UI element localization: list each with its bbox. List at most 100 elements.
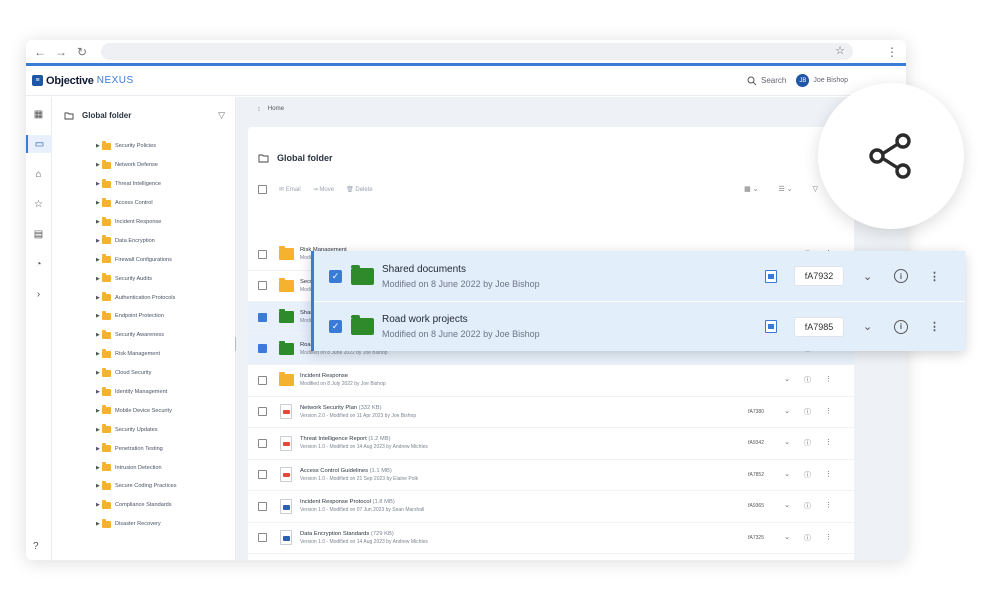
select-all-checkbox[interactable] bbox=[258, 184, 267, 194]
tree-item[interactable]: ▶ Risk Management bbox=[52, 345, 235, 364]
folder-nav-icon[interactable]: ▭ bbox=[26, 135, 52, 153]
selected-row[interactable]: ✓ Road work projects Modified on 8 June 20… bbox=[314, 301, 965, 351]
tree-item[interactable]: ▶ Data Encryption bbox=[52, 231, 235, 250]
table-row[interactable]: Threat Intelligence Report (1.2 MB) Versi… bbox=[248, 428, 854, 460]
clipboard-icon[interactable]: ▤ bbox=[26, 225, 52, 243]
selected-row[interactable]: ✓ Shared documents Modified on 8 June 2022… bbox=[314, 251, 965, 301]
info-icon[interactable]: ⓘ bbox=[804, 501, 811, 511]
dashboard-icon[interactable]: ▦ bbox=[26, 105, 52, 123]
tree-item[interactable]: ▶ Secure Coding Practices bbox=[52, 477, 235, 496]
tree-item[interactable]: ▶ Security Audits bbox=[52, 269, 235, 288]
tree-item[interactable]: ▶ Cloud Security bbox=[52, 364, 235, 383]
bookmark-star-icon[interactable]: ☆ bbox=[835, 44, 845, 57]
table-row[interactable]: Data Encryption Standards (729 KB) Versio… bbox=[248, 523, 854, 554]
row-checkbox-checked[interactable]: ✓ bbox=[329, 320, 342, 333]
row-name[interactable]: Road work projects bbox=[382, 314, 540, 325]
tree-item[interactable]: ▶ Compliance Standards bbox=[52, 496, 235, 515]
more-icon[interactable]: ⋮ bbox=[825, 533, 832, 543]
more-icon[interactable]: ⋮ bbox=[825, 375, 832, 385]
tree-item[interactable]: ▶ Network Defense bbox=[52, 156, 235, 175]
favorites-icon[interactable]: ☆ bbox=[26, 195, 52, 213]
tree-item[interactable]: ▶ Endpoint Protection bbox=[52, 307, 235, 326]
move-button[interactable]: ⇥ Move bbox=[313, 186, 334, 193]
tree-item[interactable]: ▶ Incident Response bbox=[52, 213, 235, 232]
row-checkbox[interactable] bbox=[258, 375, 267, 385]
table-row[interactable]: Firewall Configuration Guide (2.5 MB)Ver… bbox=[248, 554, 854, 560]
row-checkbox[interactable] bbox=[258, 470, 267, 480]
more-icon[interactable]: ⋮ bbox=[825, 438, 832, 448]
chevron-down-icon[interactable]: ⌄ bbox=[784, 375, 790, 385]
user-menu[interactable]: JB Joe Bishop bbox=[796, 74, 848, 87]
tree-item[interactable]: ▶ Security Updates bbox=[52, 420, 235, 439]
row-checkbox[interactable] bbox=[258, 533, 267, 543]
more-icon[interactable]: ⋮ bbox=[929, 320, 940, 333]
row-name[interactable]: Data Encryption Standards (729 KB) bbox=[300, 531, 854, 537]
chevron-down-icon[interactable]: ⌄ bbox=[784, 407, 790, 417]
more-icon[interactable]: ⋮ bbox=[825, 501, 832, 511]
reload-icon[interactable]: ↻ bbox=[76, 45, 88, 59]
row-name[interactable]: Network Security Plan (332 KB) bbox=[300, 405, 854, 411]
row-name[interactable]: Access Control Guidelines (1.1 MB) bbox=[300, 468, 854, 474]
chevron-down-icon[interactable]: ⌄ bbox=[863, 320, 872, 333]
tree-item[interactable]: ▶ Authentication Protocols bbox=[52, 288, 235, 307]
tree-item[interactable]: ▶ Threat Intelligence bbox=[52, 175, 235, 194]
row-name[interactable]: Threat Intelligence Report (1.2 MB) bbox=[300, 436, 854, 442]
delete-button[interactable]: 🗑 Delete bbox=[346, 186, 373, 193]
table-row[interactable]: Network Security Plan (332 KB) Version 2.… bbox=[248, 397, 854, 428]
table-row[interactable]: Access Control Guidelines (1.1 MB) Versio… bbox=[248, 460, 854, 491]
row-name[interactable]: Incident Response bbox=[300, 373, 854, 379]
row-checkbox[interactable] bbox=[258, 438, 267, 448]
chevron-down-icon[interactable]: ⌄ bbox=[784, 438, 790, 448]
home-icon[interactable]: ⌂ bbox=[26, 165, 52, 183]
tree-item[interactable]: ▶ Security Policies bbox=[52, 137, 235, 156]
tree-item[interactable]: ▶ Access Control bbox=[52, 194, 235, 213]
row-checkbox[interactable] bbox=[258, 281, 267, 291]
info-icon[interactable]: ⓘ bbox=[804, 407, 811, 417]
browser-menu-icon[interactable]: ⋮ bbox=[886, 45, 898, 59]
tree-item[interactable]: ▶ Identity Management bbox=[52, 383, 235, 402]
help-icon[interactable]: ? bbox=[33, 541, 39, 552]
tree-item[interactable]: ▶ Intrusion Detection bbox=[52, 458, 235, 477]
chevron-down-icon[interactable]: ⌄ bbox=[784, 533, 790, 543]
info-icon[interactable]: ⓘ bbox=[804, 470, 811, 480]
row-name[interactable]: Incident Response Protocol (1.8 MB) bbox=[300, 499, 854, 505]
tree-item[interactable]: ▶ Mobile Device Security bbox=[52, 401, 235, 420]
app-logo[interactable]: ≡ Objective NEXUS bbox=[32, 75, 134, 87]
row-checkbox[interactable] bbox=[258, 501, 267, 511]
breadcrumb-home[interactable]: Home bbox=[268, 106, 284, 112]
row-checkbox[interactable] bbox=[258, 249, 267, 259]
list-filter-icon[interactable]: ▽ bbox=[813, 185, 818, 193]
info-icon[interactable]: i bbox=[894, 269, 908, 283]
chevron-down-icon[interactable]: ⌄ bbox=[784, 470, 790, 480]
chevron-down-icon[interactable]: ⌄ bbox=[863, 270, 872, 283]
tree-item[interactable]: ▶ Security Awareness bbox=[52, 326, 235, 345]
grid-view-icon[interactable]: ▦ ⌄ bbox=[744, 185, 758, 193]
filter-icon[interactable]: ▽ bbox=[218, 110, 225, 121]
expand-chevron-icon[interactable]: › bbox=[26, 285, 52, 303]
search-button[interactable]: Search bbox=[747, 76, 786, 86]
tree-item[interactable]: ▶ Firewall Configurations bbox=[52, 250, 235, 269]
email-button[interactable]: ✉ Email bbox=[279, 186, 301, 193]
tree-item[interactable]: ▶ Disaster Recovery bbox=[52, 515, 235, 534]
address-bar[interactable]: ☆ bbox=[101, 43, 853, 60]
more-icon[interactable]: ⋮ bbox=[825, 407, 832, 417]
back-icon[interactable]: ← bbox=[34, 45, 46, 59]
forward-icon[interactable]: → bbox=[55, 45, 67, 59]
info-icon[interactable]: ⓘ bbox=[804, 375, 811, 385]
table-row[interactable]: Incident Response Protocol (1.8 MB) Versi… bbox=[248, 491, 854, 523]
more-icon[interactable]: ⋮ bbox=[825, 470, 832, 480]
info-icon[interactable]: ⓘ bbox=[804, 533, 811, 543]
row-checkbox-checked[interactable]: ✓ bbox=[329, 269, 342, 283]
info-icon[interactable]: i bbox=[894, 319, 908, 334]
chevron-down-icon[interactable]: ⌄ bbox=[784, 501, 790, 511]
row-checkbox[interactable] bbox=[258, 312, 267, 322]
table-row[interactable]: Incident Response Modified on 8 July 202… bbox=[248, 365, 854, 397]
sort-icon[interactable]: ☰ ⌄ bbox=[779, 185, 793, 193]
tree-item[interactable]: ▶ Penetration Testing bbox=[52, 439, 235, 458]
recent-icon[interactable]: ◔ bbox=[26, 255, 52, 273]
row-checkbox[interactable] bbox=[258, 407, 267, 417]
more-icon[interactable]: ⋮ bbox=[929, 270, 940, 283]
info-icon[interactable]: ⓘ bbox=[804, 438, 811, 448]
share-bubble[interactable] bbox=[818, 83, 964, 229]
row-checkbox[interactable] bbox=[258, 344, 267, 354]
